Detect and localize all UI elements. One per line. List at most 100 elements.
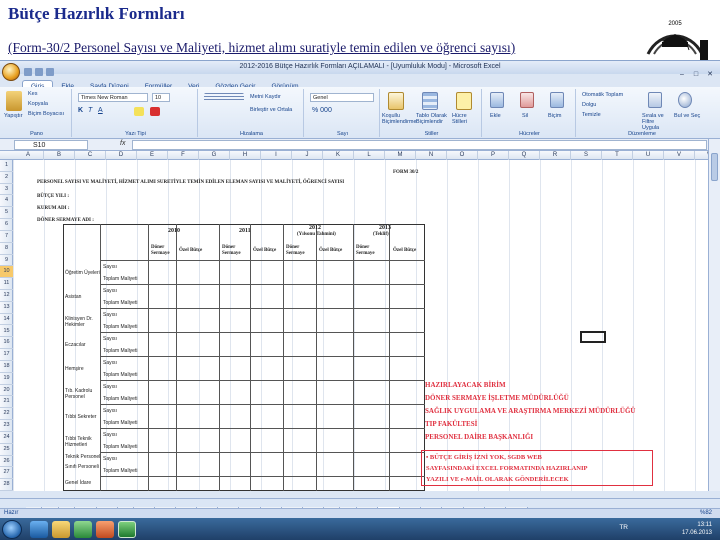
row-header[interactable]: 12 — [0, 290, 13, 302]
row-header[interactable]: 17 — [0, 349, 13, 361]
row-header[interactable]: 6 — [0, 219, 13, 231]
close-button[interactable]: ✕ — [704, 70, 716, 79]
column-header[interactable]: P — [478, 151, 509, 160]
bold-button[interactable]: K — [78, 107, 83, 114]
column-header[interactable]: V — [664, 151, 695, 160]
row-header[interactable]: 5 — [0, 207, 13, 220]
row-header[interactable]: 20 — [0, 385, 13, 397]
active-cell[interactable] — [580, 331, 606, 343]
row-header[interactable]: 26 — [0, 456, 13, 468]
sort-filter-button[interactable]: Sırala ve Filtre Uygula — [642, 113, 672, 131]
media-icon[interactable] — [74, 521, 92, 538]
formula-input[interactable] — [132, 140, 707, 150]
row-header[interactable]: 15 — [0, 326, 13, 338]
insert-cells-icon[interactable] — [490, 92, 504, 108]
format-cells-icon[interactable] — [550, 92, 564, 108]
row-header[interactable]: 8 — [0, 243, 13, 255]
delete-button[interactable]: Sil — [522, 113, 528, 119]
excel-taskbar-icon[interactable] — [118, 521, 136, 538]
clear-button[interactable]: Temizle — [582, 112, 601, 118]
row-header[interactable]: 25 — [0, 444, 13, 456]
row-header[interactable]: 2 — [0, 172, 13, 184]
column-header[interactable]: A — [13, 151, 44, 160]
copy-button[interactable]: Kopyala — [28, 101, 48, 107]
column-header[interactable]: L — [354, 151, 385, 160]
name-box[interactable]: S10 — [14, 140, 88, 150]
format-painter-button[interactable]: Biçim Boyacısı — [28, 111, 64, 117]
paste-button[interactable]: Yapıştır — [4, 113, 23, 119]
format-button[interactable]: Biçim — [548, 113, 561, 119]
powerpoint-icon[interactable] — [96, 521, 114, 538]
font-name-select[interactable]: Times New Roman — [78, 93, 148, 102]
autosum-button[interactable]: Otomatik Toplam — [582, 92, 623, 98]
row-header[interactable]: 24 — [0, 432, 13, 444]
column-header[interactable]: K — [323, 151, 354, 160]
column-header[interactable]: C — [75, 151, 106, 160]
column-header[interactable]: D — [106, 151, 137, 160]
zoom-level[interactable]: %82 — [700, 510, 712, 516]
row-header[interactable]: 18 — [0, 361, 13, 373]
row-header[interactable]: 21 — [0, 396, 13, 409]
column-header[interactable]: N — [416, 151, 447, 160]
format-table-icon[interactable] — [422, 92, 438, 110]
explorer-icon[interactable] — [52, 521, 70, 538]
fill-button[interactable]: Dolgu — [582, 102, 596, 108]
column-header[interactable]: M — [385, 151, 416, 160]
row-header[interactable]: 16 — [0, 337, 13, 350]
delete-cells-icon[interactable] — [520, 92, 534, 108]
merge-center-button[interactable]: Birleştir ve Ortala — [250, 107, 292, 113]
italic-button[interactable]: T — [88, 107, 92, 114]
column-header[interactable]: B — [44, 151, 75, 160]
vertical-scrollbar[interactable] — [708, 139, 720, 491]
column-header[interactable]: F — [168, 151, 199, 160]
row-header[interactable]: 14 — [0, 314, 13, 326]
column-header[interactable]: U — [633, 151, 664, 160]
fill-color-icon[interactable] — [134, 107, 144, 116]
find-select-icon[interactable] — [678, 92, 692, 108]
row-header[interactable]: 28 — [0, 479, 13, 491]
row-header[interactable]: 27 — [0, 467, 13, 480]
conditional-format-button[interactable]: Koşullu Biçimlendirme — [382, 113, 417, 125]
maximize-button[interactable]: □ — [690, 70, 702, 79]
insert-button[interactable]: Ekle — [490, 113, 501, 119]
cells-area[interactable]: FORM 30/2 PERSONEL SAYISI VE MALİYETİ, H… — [13, 160, 708, 491]
font-size-select[interactable]: 10 — [152, 93, 170, 102]
underline-button[interactable]: A — [98, 107, 103, 114]
row-header[interactable]: 13 — [0, 302, 13, 314]
align-icon[interactable] — [204, 93, 244, 102]
ie-icon[interactable] — [30, 521, 48, 538]
sort-filter-icon[interactable] — [648, 92, 662, 108]
column-header[interactable]: I — [261, 151, 292, 160]
minimize-button[interactable]: – — [676, 70, 688, 79]
spreadsheet-grid[interactable]: ABCDEFGHIJKLMNOPQRSTUVW 1234567891011121… — [0, 151, 708, 491]
column-header[interactable]: W — [695, 151, 708, 160]
row-header[interactable]: 3 — [0, 184, 13, 196]
row-header[interactable]: 10 — [0, 266, 13, 279]
fx-icon[interactable]: fx — [120, 140, 125, 147]
row-header[interactable]: 19 — [0, 373, 13, 385]
conditional-format-icon[interactable] — [388, 92, 404, 110]
row-header[interactable]: 23 — [0, 420, 13, 432]
percent-button[interactable]: % 000 — [312, 107, 332, 114]
column-header[interactable]: J — [292, 151, 323, 160]
row-header[interactable]: 9 — [0, 255, 13, 267]
scroll-thumb[interactable] — [711, 153, 718, 181]
column-header[interactable]: H — [230, 151, 261, 160]
column-header[interactable]: G — [199, 151, 230, 160]
cell-styles-button[interactable]: Hücre Stilleri — [452, 113, 482, 125]
column-header[interactable]: T — [602, 151, 633, 160]
language-indicator[interactable]: TR — [619, 524, 628, 531]
column-header[interactable]: Q — [509, 151, 540, 160]
column-header[interactable]: E — [137, 151, 168, 160]
row-header[interactable]: 4 — [0, 195, 13, 208]
column-header[interactable]: R — [540, 151, 571, 160]
paste-icon[interactable] — [6, 91, 22, 111]
row-header[interactable]: 7 — [0, 231, 13, 243]
tray-clock[interactable]: 13:11 17.06.2013 — [682, 521, 712, 537]
format-table-button[interactable]: Tablo Olarak Biçimlendir — [416, 113, 450, 125]
start-button[interactable] — [2, 520, 22, 539]
number-format-select[interactable]: Genel — [310, 93, 374, 102]
cut-button[interactable]: Kes — [28, 91, 37, 97]
office-button[interactable] — [2, 63, 20, 81]
row-header[interactable]: 22 — [0, 408, 13, 421]
